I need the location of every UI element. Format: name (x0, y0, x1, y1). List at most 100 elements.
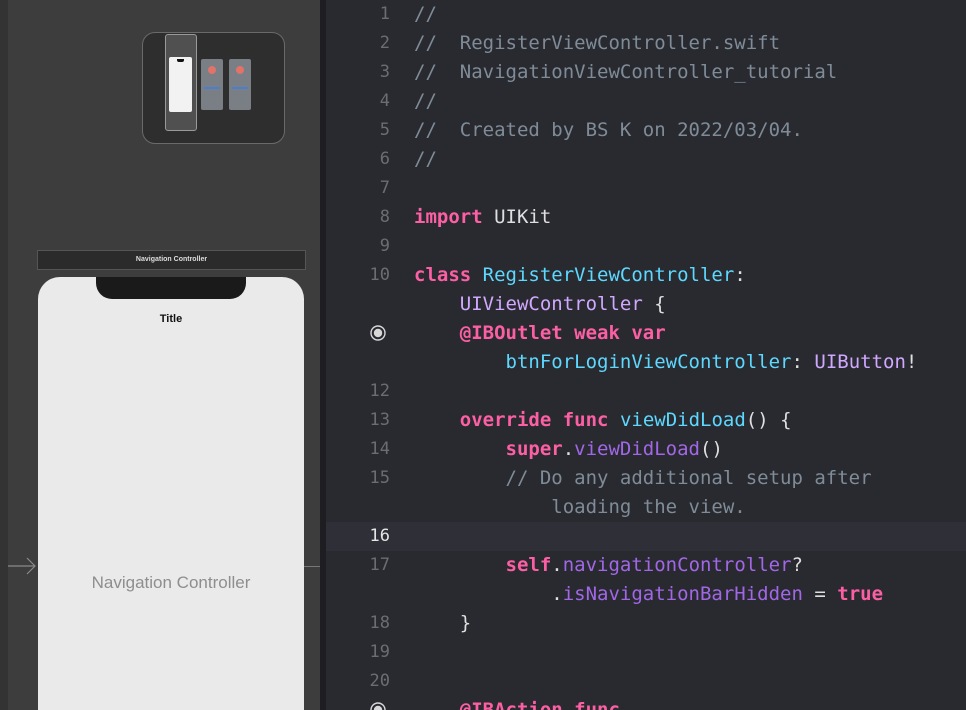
code-text: self.navigationController? (414, 551, 803, 580)
code-text: import UIKit (414, 203, 551, 232)
code-line[interactable]: 10 class RegisterViewController: (326, 261, 966, 290)
code-line[interactable]: 4 // (326, 87, 966, 116)
storyboard-canvas[interactable]: Navigation Controller Title Navigation C… (0, 0, 320, 710)
code-token: // (414, 90, 437, 112)
code-text: // (414, 0, 437, 29)
code-text: loading the view. (414, 493, 746, 522)
code-token: // RegisterViewController.swift (414, 32, 781, 54)
code-line[interactable]: 14 super.viewDidLoad() (326, 435, 966, 464)
code-token: @IBAction func (459, 699, 620, 710)
code-line[interactable]: 20 (326, 667, 966, 696)
code-line[interactable]: 15 // Do any additional setup after (326, 464, 966, 493)
minimap-scene-login (201, 59, 223, 110)
code-text: // (414, 87, 437, 116)
code-text: override func viewDidLoad() { (414, 406, 792, 435)
line-number: 13 (369, 410, 390, 430)
code-line[interactable]: 2 // RegisterViewController.swift (326, 29, 966, 58)
code-token: ? (791, 554, 803, 576)
code-text: class RegisterViewController: (414, 261, 746, 290)
line-number: 20 (369, 671, 390, 691)
code-line[interactable]: 18 } (326, 609, 966, 638)
outlet-connection-icon[interactable] (370, 702, 386, 710)
line-number: 10 (369, 265, 390, 285)
code-line[interactable]: .isNavigationBarHidden = true (326, 580, 966, 609)
code-text: .isNavigationBarHidden = true (414, 580, 883, 609)
segue-connector (304, 566, 320, 567)
line-number: 6 (379, 149, 390, 169)
code-editor[interactable]: 1 // 2 // RegisterViewController.swift 3 // N… (326, 0, 966, 710)
code-line[interactable]: 1 // (326, 0, 966, 29)
code-text: // Do any additional setup after (414, 464, 872, 493)
code-token: @IBOutlet weak var (459, 322, 666, 344)
code-text: super.viewDidLoad() (414, 435, 723, 464)
code-line[interactable]: 16 (326, 522, 966, 551)
code-line[interactable]: 19 (326, 638, 966, 667)
navigation-bar-title: Title (159, 313, 183, 325)
line-number: 17 (369, 555, 390, 575)
code-token: RegisterViewController (482, 264, 735, 286)
code-text: UIViewController { (414, 290, 666, 319)
line-number: 7 (379, 178, 390, 198)
line-number: 15 (369, 468, 390, 488)
code-token: () (700, 438, 723, 460)
navigation-controller-scene[interactable]: Title Navigation Controller (38, 277, 304, 710)
code-token: = (802, 583, 838, 605)
line-number: 1 (379, 4, 390, 24)
code-token: . (551, 554, 563, 576)
arrow-right-icon (8, 557, 36, 575)
code-token: { (642, 293, 666, 315)
code-token: : (734, 264, 746, 286)
code-token: isNavigationBarHidden (562, 583, 803, 605)
code-line[interactable]: UIViewController { (326, 290, 966, 319)
code-token: // NavigationViewController_tutorial (414, 61, 838, 83)
code-token: navigationController (562, 554, 792, 576)
code-token: UIKit (482, 206, 552, 228)
line-number: 2 (379, 33, 390, 53)
code-token: super (505, 438, 563, 460)
minimap-scene-navigation (169, 57, 192, 112)
code-token: // (414, 148, 437, 170)
line-number: 19 (369, 642, 390, 662)
code-line[interactable]: 8 import UIKit (326, 203, 966, 232)
code-line[interactable]: btnForLoginViewController: UIButton! (326, 348, 966, 377)
code-token: () { (745, 409, 792, 431)
code-line[interactable]: loading the view. (326, 493, 966, 522)
code-line[interactable]: 13 override func viewDidLoad() { (326, 406, 966, 435)
code-text: // (414, 145, 437, 174)
line-number: 8 (379, 207, 390, 227)
canvas-left-edge (0, 0, 8, 710)
code-line[interactable]: 12 (326, 377, 966, 406)
code-token: // (414, 3, 437, 25)
line-number: 14 (369, 439, 390, 459)
code-line[interactable]: 17 self.navigationController? (326, 551, 966, 580)
code-token: // Created by BS K on 2022/03/04. (414, 119, 803, 141)
line-number: 18 (369, 613, 390, 633)
code-line[interactable]: 6 // (326, 145, 966, 174)
scene-title-bar[interactable]: Navigation Controller (37, 250, 306, 270)
code-line[interactable]: 7 (326, 174, 966, 203)
code-token: viewDidLoad (619, 409, 746, 431)
code-line[interactable]: 5 // Created by BS K on 2022/03/04. (326, 116, 966, 145)
code-text: // Created by BS K on 2022/03/04. (414, 116, 803, 145)
code-token: loading the view. (414, 496, 746, 518)
code-line[interactable]: 9 (326, 232, 966, 261)
code-token: . (414, 583, 563, 605)
code-token: override func (459, 409, 609, 431)
storyboard-minimap[interactable] (142, 32, 285, 144)
line-number: 5 (379, 120, 390, 140)
code-text: @IBOutlet weak var (414, 319, 666, 348)
scene-placeholder-label: Navigation Controller (91, 573, 251, 592)
outlet-connection-icon[interactable] (370, 325, 386, 341)
code-token: true (837, 583, 884, 605)
code-line[interactable]: @IBOutlet weak var (326, 319, 966, 348)
code-text: } (414, 609, 471, 638)
code-line[interactable]: @IBAction func (326, 696, 966, 710)
code-token: class (414, 264, 472, 286)
code-line[interactable]: 3 // NavigationViewController_tutorial (326, 58, 966, 87)
